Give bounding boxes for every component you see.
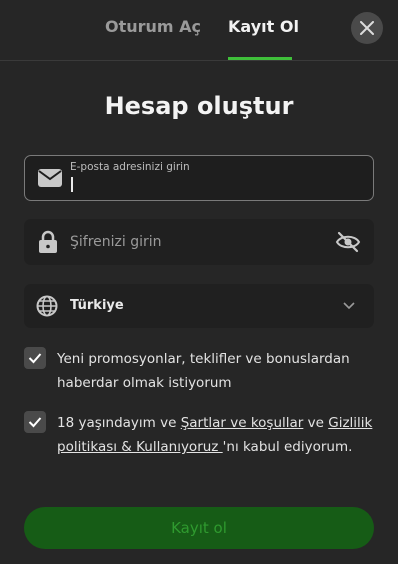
promo-checkbox[interactable] [24, 347, 46, 369]
terms-mid: ve [303, 415, 329, 431]
eye-off-icon[interactable] [334, 228, 362, 256]
text-caret [71, 177, 73, 192]
country-select[interactable]: Türkiye [24, 284, 374, 328]
close-icon [360, 21, 374, 35]
password-placeholder: Şifrenizi girin [70, 234, 162, 250]
terms-checkbox[interactable] [24, 411, 46, 433]
tab-register[interactable]: Kayıt Ol [228, 17, 299, 36]
page-title: Hesap oluştur [104, 92, 294, 120]
promo-text: Yeni promosyonlar, teklifler ve bonuslar… [57, 351, 350, 391]
email-label: E-posta adresinizi girin [70, 161, 190, 173]
check-icon [28, 353, 42, 364]
email-field[interactable]: E-posta adresinizi girin [24, 155, 374, 201]
auth-tabs: Oturum Aç Kayıt Ol [0, 0, 398, 61]
close-button[interactable] [351, 12, 383, 44]
globe-icon [36, 295, 58, 317]
terms-link[interactable]: Şartlar ve koşullar [181, 415, 304, 431]
active-tab-indicator [228, 57, 292, 60]
terms-prefix: 18 yaşındayım ve [57, 415, 181, 431]
password-field[interactable]: Şifrenizi girin [24, 219, 374, 265]
lock-icon [36, 230, 60, 254]
check-icon [28, 417, 42, 428]
country-value: Türkiye [70, 298, 124, 313]
envelope-icon [37, 166, 63, 190]
register-button[interactable]: Kayıt ol [24, 507, 374, 549]
chevron-down-icon [342, 299, 356, 313]
tab-login[interactable]: Oturum Aç [105, 17, 201, 36]
terms-text: 18 yaşındayım ve Şartlar ve koşullar ve … [57, 411, 374, 459]
terms-suffix: 'nı kabul ediyorum. [222, 439, 353, 455]
